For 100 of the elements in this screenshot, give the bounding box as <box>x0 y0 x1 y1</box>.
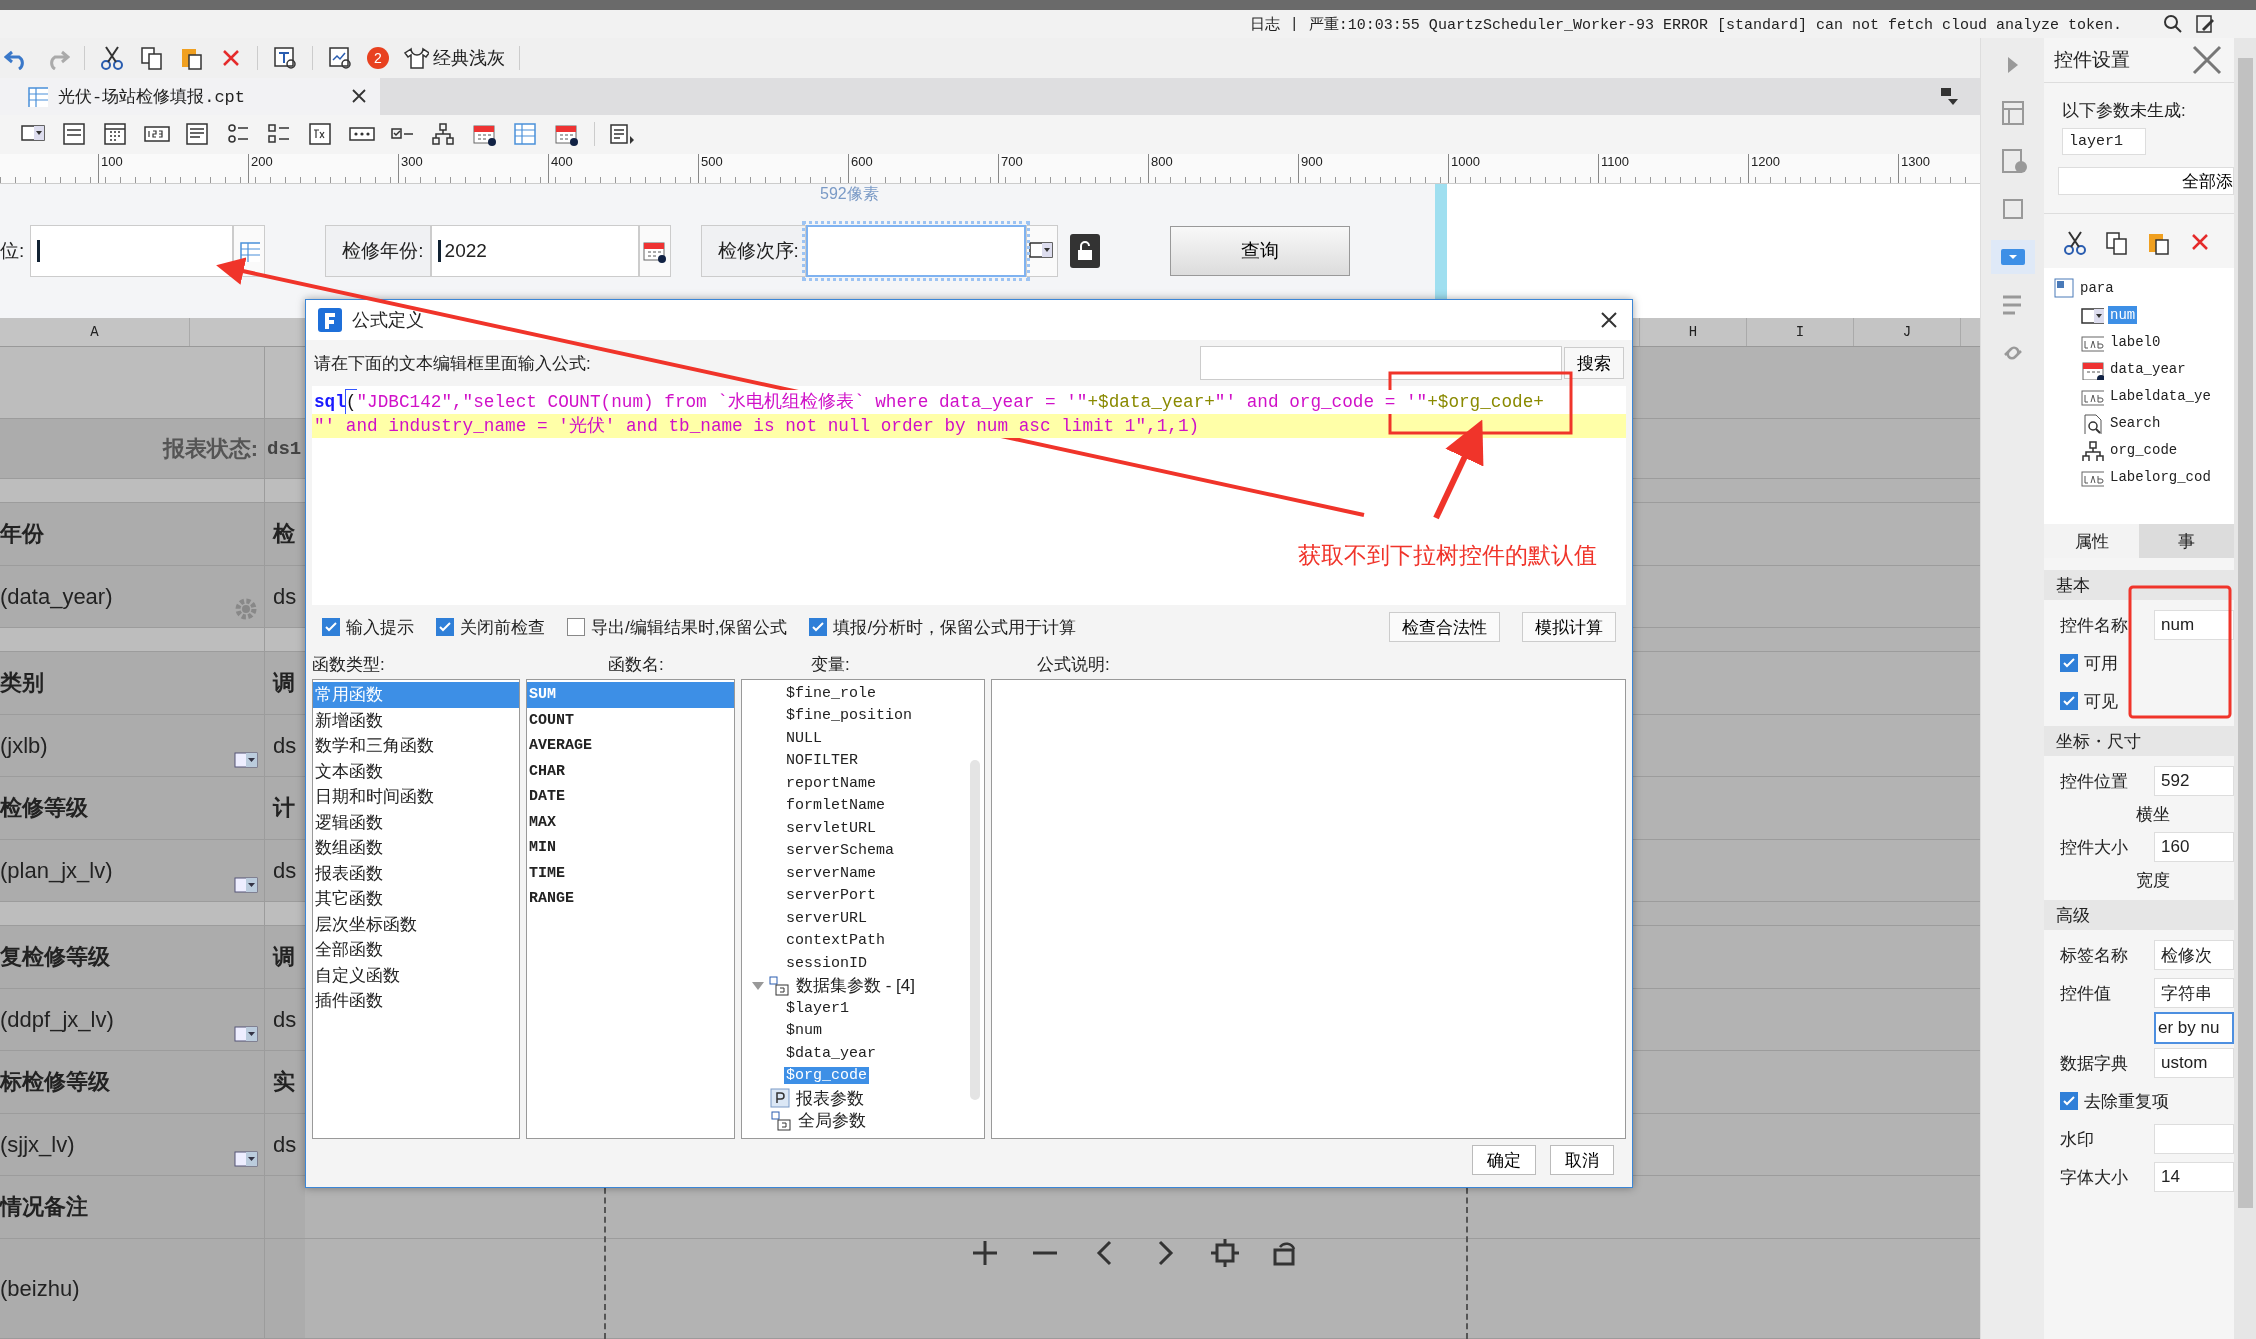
side-tab[interactable] <box>1990 240 2035 274</box>
dropdown-icon[interactable] <box>234 1149 258 1169</box>
input-field[interactable]: 2022 <box>430 225 639 278</box>
table-cell[interactable]: 类别 <box>0 652 265 714</box>
fit-icon[interactable] <box>1210 1238 1240 1268</box>
table-cell[interactable]: (plan_jx_lv) <box>0 840 265 901</box>
list-item[interactable]: 自定义函数 <box>313 962 519 988</box>
table-cell[interactable]: 检 <box>265 503 305 565</box>
search-icon[interactable] <box>2162 13 2184 35</box>
tree-item[interactable]: data_year <box>2108 359 2188 378</box>
table-cell[interactable]: ds <box>265 989 305 1050</box>
list-item[interactable]: MAX <box>527 809 734 835</box>
table-cell[interactable]: ds <box>265 840 305 901</box>
cut-icon[interactable] <box>2062 230 2088 256</box>
text-search-icon[interactable] <box>272 44 298 71</box>
list-item[interactable]: 数组函数 <box>313 835 519 861</box>
list-item[interactable]: 新增函数 <box>313 707 519 733</box>
collapse-icon[interactable] <box>752 979 764 992</box>
copy-icon[interactable] <box>2104 230 2130 256</box>
query-button[interactable]: 查询 <box>1169 226 1350 277</box>
table-cell[interactable]: (sjjx_lv) <box>0 1114 265 1175</box>
variable-item[interactable]: $layer1 <box>784 999 851 1017</box>
input-field[interactable]: ustom <box>2154 1048 2234 1078</box>
variable-item[interactable]: serverURL <box>784 909 869 927</box>
table-cell[interactable]: 调 <box>265 926 305 988</box>
input-field[interactable]: 160 <box>2154 832 2234 862</box>
table-cell[interactable] <box>265 479 305 502</box>
variable-item[interactable]: $fine_role <box>784 684 878 702</box>
file-tab[interactable]: 光伏-场站检修填报.cpt <box>0 77 380 116</box>
list-item[interactable]: RANGE <box>527 886 734 912</box>
dropdown-icon[interactable] <box>234 750 258 770</box>
lock-button[interactable] <box>1069 234 1100 269</box>
variable-item[interactable]: serverName <box>784 864 878 882</box>
column-header[interactable]: I <box>1747 318 1854 346</box>
table-cell[interactable]: 计 <box>265 777 305 839</box>
table-cell[interactable] <box>265 902 305 925</box>
scrollbar-thumb[interactable] <box>970 760 980 1100</box>
list-item[interactable]: COUNT <box>527 707 734 733</box>
table-cell[interactable]: 年份 <box>0 503 265 565</box>
cancel-button[interactable]: 取消 <box>1550 1145 1614 1175</box>
table-cell[interactable]: 实 <box>265 1051 305 1113</box>
search-button[interactable]: 搜索 <box>1564 347 1624 379</box>
list-item[interactable]: 文本函数 <box>313 758 519 784</box>
table-cell[interactable] <box>0 347 265 418</box>
table-cell[interactable]: ds <box>265 566 305 627</box>
preview-icon[interactable] <box>327 44 353 71</box>
column-header[interactable]: H <box>1640 318 1747 346</box>
shirt-icon[interactable] <box>403 45 429 70</box>
variable-item[interactable]: NOFILTER <box>784 752 860 770</box>
dropdown-button[interactable] <box>1025 225 1058 278</box>
variable-item[interactable]: NULL <box>784 729 824 747</box>
variable-item[interactable]: $num <box>784 1022 824 1040</box>
input-field[interactable] <box>30 225 234 278</box>
variable-item[interactable]: formletName <box>784 797 888 815</box>
input-field[interactable]: 检修次 <box>2154 940 2234 970</box>
table-cell[interactable]: 标检修等级 <box>0 1051 265 1113</box>
list-item[interactable]: 其它函数 <box>313 886 519 912</box>
list-item[interactable]: 日期和时间函数 <box>313 784 519 810</box>
tree-item[interactable]: org_code <box>2108 440 2180 459</box>
variable-item[interactable]: serverPort <box>784 887 878 905</box>
table-cell[interactable]: (ddpf_jx_lv) <box>0 989 265 1050</box>
table-cell[interactable]: ds1 <box>265 419 305 478</box>
checkbox[interactable] <box>2060 654 2078 672</box>
parameter-chip[interactable]: layer1 <box>2062 128 2146 155</box>
input-field[interactable]: 592 <box>2154 766 2234 796</box>
table-cell[interactable]: (data_year) <box>0 566 265 627</box>
variable-group[interactable]: 报表参数 <box>794 1086 866 1110</box>
input-field[interactable] <box>2154 1124 2234 1154</box>
table-cell[interactable]: ds <box>265 1114 305 1175</box>
list-item[interactable]: CHAR <box>527 758 734 784</box>
edit-icon[interactable] <box>2194 13 2216 35</box>
list-item[interactable]: 层次坐标函数 <box>313 911 519 937</box>
table-cell[interactable] <box>265 628 305 651</box>
copy-icon[interactable] <box>139 44 165 71</box>
input-field[interactable]: er by nu <box>2154 1012 2234 1044</box>
scrollbar-thumb[interactable] <box>2238 58 2253 1208</box>
panel-tab[interactable]: 事 <box>2139 524 2234 558</box>
tree-item[interactable]: label0 <box>2108 332 2163 351</box>
tree-item[interactable]: Labeldata_ye <box>2108 386 2213 405</box>
scrollbar[interactable] <box>2234 38 2256 1339</box>
search-field[interactable] <box>1200 346 1562 380</box>
table-cell[interactable]: (beizhu) <box>0 1239 265 1338</box>
variable-item[interactable]: $fine_position <box>784 707 915 725</box>
list-item[interactable]: 逻辑函数 <box>313 809 519 835</box>
table-cell[interactable]: ds <box>265 715 305 776</box>
table-cell[interactable]: 检修等级 <box>0 777 265 839</box>
dropdown-icon[interactable] <box>234 875 258 895</box>
list-item[interactable]: 数学和三角函数 <box>313 733 519 759</box>
input-field[interactable]: 字符串 <box>2154 978 2234 1008</box>
variable-item[interactable]: reportName <box>784 774 878 792</box>
column-header[interactable]: A <box>0 318 190 346</box>
variable-item[interactable]: serverSchema <box>784 842 897 860</box>
table-cell[interactable] <box>0 628 265 651</box>
variable-group[interactable]: 全局参数 <box>796 1109 868 1133</box>
add-all-button[interactable]: 全部添 <box>2058 167 2234 195</box>
action-button[interactable]: 检查合法性 <box>1389 612 1500 642</box>
table-cell[interactable]: (jxlb) <box>0 715 265 776</box>
tree-item[interactable]: para <box>2078 278 2116 297</box>
list-item[interactable]: 报表函数 <box>313 860 519 886</box>
ok-button[interactable]: 确定 <box>1472 1145 1536 1175</box>
